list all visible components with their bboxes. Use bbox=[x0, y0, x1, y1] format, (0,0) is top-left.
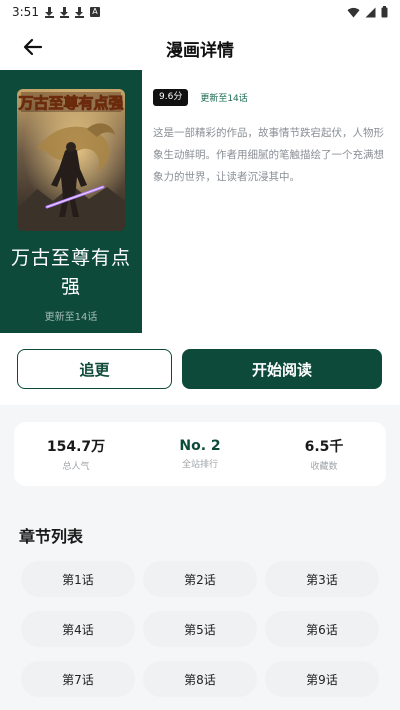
action-bar: 追更 开始阅读 bbox=[0, 333, 400, 405]
comic-meta-row: 9.6分 更新至14话 bbox=[153, 89, 248, 106]
chapter-button[interactable]: 第3话 bbox=[265, 561, 379, 597]
chapter-button[interactable]: 第4话 bbox=[21, 611, 135, 647]
status-time: 3:51 bbox=[12, 5, 39, 19]
download-icon bbox=[59, 6, 69, 18]
status-left: 3:51 A bbox=[12, 5, 100, 19]
comic-info-section: 万古至尊有点强 万古至尊有点强 更新至14话 9.6分 更新至14话 这是一部精… bbox=[0, 70, 400, 333]
wifi-icon bbox=[347, 7, 360, 17]
battery-icon bbox=[381, 6, 388, 18]
chapter-button[interactable]: 第8话 bbox=[143, 661, 257, 697]
cover-image[interactable]: 万古至尊有点强 bbox=[17, 89, 125, 231]
cover-logo-text: 万古至尊有点强 bbox=[17, 94, 123, 112]
stat-ranking: No. 2 全站排行 bbox=[138, 422, 262, 486]
download-icon bbox=[74, 6, 84, 18]
chapter-list-title: 章节列表 bbox=[19, 527, 84, 546]
comic-description: 这是一部精彩的作品，故事情节跌宕起伏，人物形象生动鲜明。作者用细腻的笔触描绘了一… bbox=[153, 127, 384, 183]
comic-title: 万古至尊有点强 bbox=[10, 247, 131, 298]
chapter-button[interactable]: 第1话 bbox=[21, 561, 135, 597]
stat-popularity: 154.7万 总人气 bbox=[14, 422, 138, 486]
update-status: 更新至14话 bbox=[200, 94, 248, 104]
stat-value: 6.5千 bbox=[304, 439, 344, 455]
follow-button[interactable]: 追更 bbox=[17, 349, 172, 389]
stat-label: 总人气 bbox=[62, 462, 90, 472]
chapter-button[interactable]: 第7话 bbox=[21, 661, 135, 697]
page-title: 漫画详情 bbox=[166, 41, 234, 61]
chapter-button[interactable]: 第2话 bbox=[143, 561, 257, 597]
signal-icon bbox=[365, 7, 376, 17]
stat-label: 收藏数 bbox=[310, 462, 338, 472]
start-reading-button[interactable]: 开始阅读 bbox=[182, 349, 382, 389]
stat-favorites: 6.5千 收藏数 bbox=[262, 422, 386, 486]
download-icon bbox=[44, 6, 54, 18]
cover-panel: 万古至尊有点强 万古至尊有点强 更新至14话 bbox=[0, 70, 142, 333]
score-badge: 9.6分 bbox=[153, 89, 189, 106]
chapter-button[interactable]: 第6话 bbox=[265, 611, 379, 647]
chapter-button[interactable]: 第5话 bbox=[143, 611, 257, 647]
a-notification-icon: A bbox=[89, 7, 100, 17]
stat-value: 154.7万 bbox=[46, 439, 106, 455]
app-header: 漫画详情 bbox=[0, 24, 400, 70]
stat-label: 全站排行 bbox=[181, 460, 218, 470]
cover-update-text: 更新至14话 bbox=[44, 312, 98, 323]
chapter-grid: 第1话 第2话 第3话 第4话 第5话 第6话 第7话 第8话 第9话 bbox=[21, 561, 380, 697]
comic-detail-page: 3:51 A 漫画详情 万古至尊有点强 万古至尊有点强 更新至14话 9.6分 … bbox=[0, 0, 400, 710]
chapter-button[interactable]: 第9话 bbox=[265, 661, 379, 697]
status-bar: 3:51 A bbox=[0, 0, 400, 24]
cover-artwork: 万古至尊有点强 bbox=[17, 89, 125, 231]
stat-value: No. 2 bbox=[179, 438, 221, 454]
status-right bbox=[347, 6, 388, 18]
stats-card: 154.7万 总人气 No. 2 全站排行 6.5千 收藏数 bbox=[14, 422, 386, 486]
